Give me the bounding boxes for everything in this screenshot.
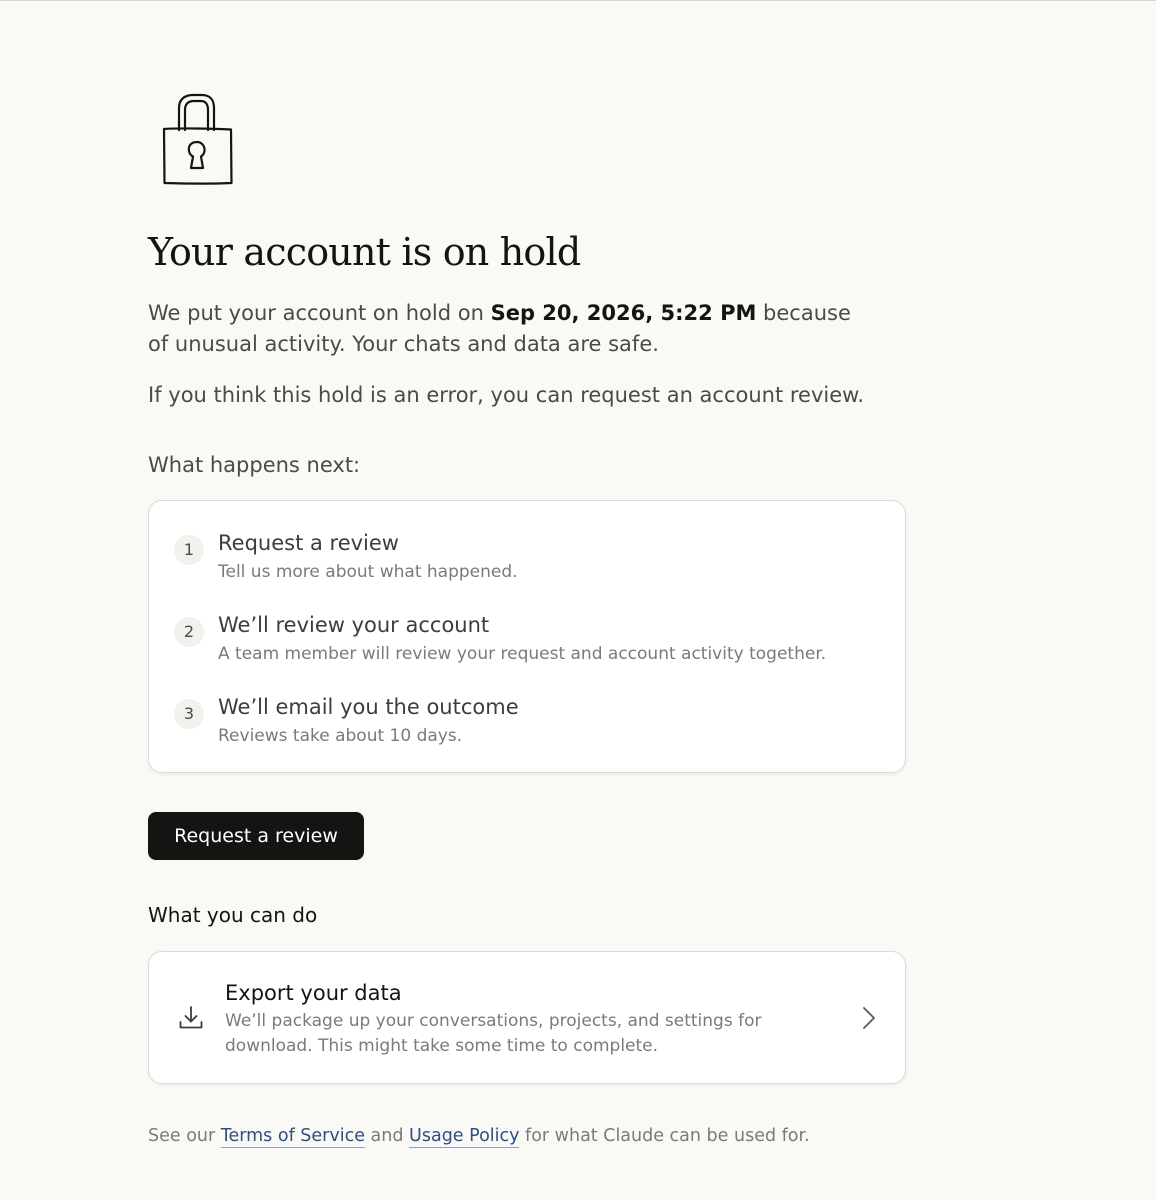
footer-note: See our Terms of Service and Usage Polic… (148, 1122, 810, 1150)
footer-prefix: See our (148, 1126, 221, 1146)
step-description: A team member will review your request a… (218, 644, 827, 664)
steps-card: 1 Request a review Tell us more about wh… (148, 500, 906, 773)
export-title: Export your data (225, 981, 402, 1005)
intro-before: We put your account on hold on (148, 301, 491, 325)
terms-of-service-link[interactable]: Terms of Service (220, 1126, 365, 1148)
step-title: We’ll email you the outcome (218, 695, 519, 719)
step-number: 3 (174, 699, 204, 729)
hold-date: Sep 20, 2026, 5:22 PM (490, 301, 757, 325)
footer-suffix: for what Claude can be used for. (519, 1126, 810, 1146)
step-number: 1 (174, 535, 204, 565)
request-review-button[interactable]: Request a review (148, 812, 364, 860)
chevron-right-icon (863, 1007, 875, 1029)
lock-icon (162, 93, 233, 185)
export-description: We’ll package up your conversations, pro… (225, 1011, 762, 1056)
footer-middle: and (364, 1126, 410, 1146)
next-steps-label: What happens next: (148, 453, 361, 477)
error-note: If you think this hold is an error, you … (148, 383, 865, 407)
step-description: Tell us more about what happened. (218, 562, 518, 582)
what-you-can-do-heading: What you can do (148, 903, 318, 927)
step-title: We’ll review your account (218, 613, 490, 637)
step-title: Request a review (218, 531, 399, 555)
usage-policy-link[interactable]: Usage Policy (409, 1126, 520, 1148)
page-title: Your account is on hold (148, 230, 581, 274)
download-icon (179, 1006, 203, 1029)
top-border (0, 0, 1156, 1)
hold-description: We put your account on hold on Sep 20, 2… (148, 298, 868, 360)
export-data-card[interactable]: Export your data We’ll package up your c… (148, 951, 906, 1084)
step-description: Reviews take about 10 days. (218, 726, 463, 746)
step-number: 2 (174, 617, 204, 647)
